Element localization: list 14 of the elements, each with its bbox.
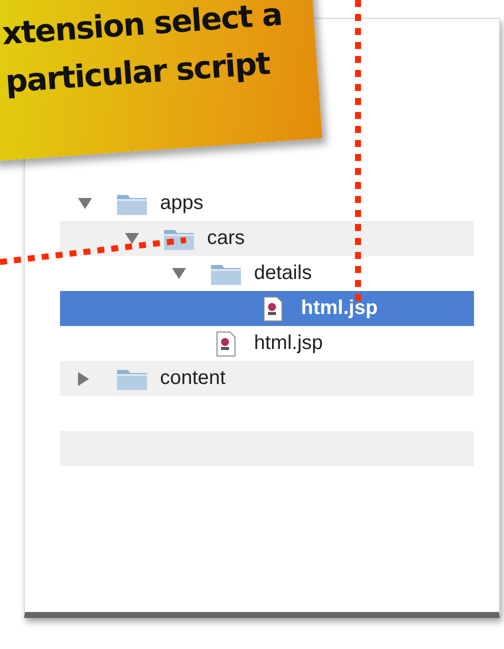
item-label: details	[254, 262, 312, 285]
item-label: html.jsp	[254, 332, 323, 355]
tree-row[interactable]: content	[60, 361, 474, 396]
collapse-triangle-icon[interactable]	[125, 233, 139, 244]
tree-row[interactable]: cars	[60, 221, 474, 256]
collapse-triangle-icon[interactable]	[78, 198, 92, 209]
document-icon	[263, 296, 283, 322]
item-label: apps	[160, 192, 204, 215]
collapse-triangle-icon[interactable]	[172, 268, 186, 279]
document-icon	[216, 330, 236, 356]
tree-row[interactable]: html.jsp	[60, 291, 474, 326]
item-label: cars	[207, 227, 245, 250]
item-label: content	[160, 367, 226, 390]
item-label: html.jsp	[301, 297, 378, 320]
